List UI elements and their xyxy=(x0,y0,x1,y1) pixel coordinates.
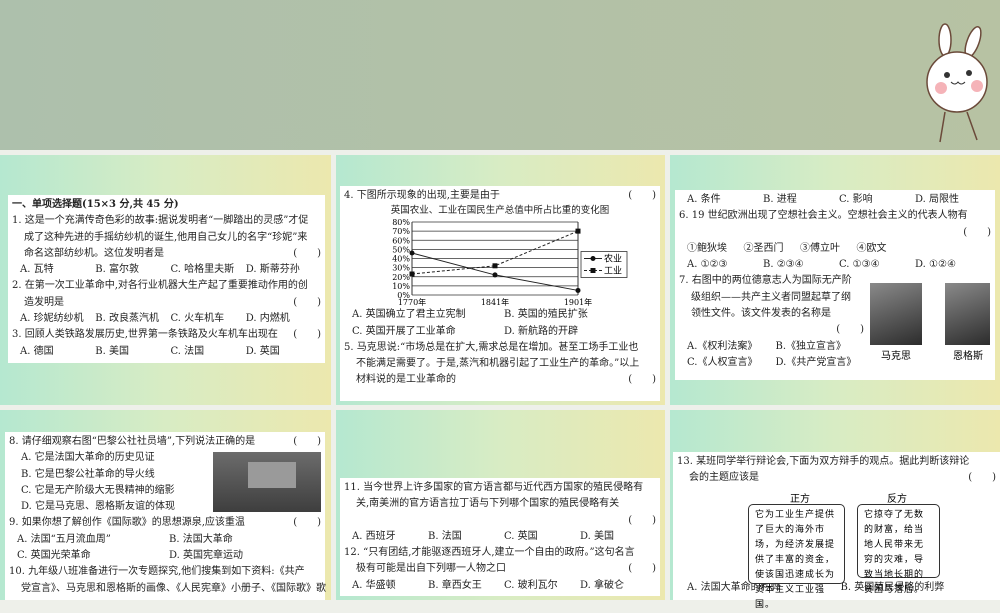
question-12-text: 极有可能是出自下列哪一人物之口( ) xyxy=(356,563,656,575)
section-title: 一、单项选择题(15×3 分,共 45 分) xyxy=(12,199,179,210)
question-5-options: A. 条件 B. 进程 C. 影响 D. 局限性 xyxy=(687,194,960,205)
question-2: 2. 在第一次工业革命中,对各行业机器大生产起了重要推动作用的创 xyxy=(12,280,308,292)
question-11: 11. 当今世界上许多国家的官方语言都与近代西方国家的殖民侵略有 xyxy=(344,482,644,493)
marx-portrait xyxy=(870,283,922,345)
question-7-options: C.《人权宣言》 D.《共产党宣言》 xyxy=(687,356,857,368)
con-side-label: 反方 xyxy=(887,494,907,505)
answer-paren: ( ) xyxy=(836,324,864,336)
y-tick-label: 30% xyxy=(392,264,410,273)
question-9: 9. 如果你想了解创作《国际歌》的思想源泉,应该重温( ) xyxy=(9,517,321,529)
x-tick-label: 1770年 xyxy=(398,297,426,307)
y-tick-label: 20% xyxy=(392,273,410,282)
question-11-text: 关,南美洲的官方语言拉丁语与下列哪个国家的殖民侵略有关 xyxy=(356,498,620,510)
engels-portrait xyxy=(945,283,990,345)
header-band xyxy=(0,0,1000,150)
answer-paren: ( ) xyxy=(963,226,991,238)
question-4-options: A. 英国确立了君主立宪制 B. 英国的殖民扩张 xyxy=(352,309,588,321)
question-12-options: A. 华盛顿 B. 章西女王 C. 玻利瓦尔 D. 拿破仑 xyxy=(352,579,625,591)
y-tick-label: 10% xyxy=(392,282,410,291)
question-3: 3. 回顾人类铁路发展历史,世界第一条铁路及火车机车出现在( ) xyxy=(12,329,321,341)
question-6-items: ①鲍狄埃 ②圣西门 ③傅立叶 ④欧文 xyxy=(687,242,887,254)
question-1-options: A. 瓦特 B. 富尔敦 C. 哈格里夫斯 D. 斯蒂芬孙 xyxy=(20,264,300,276)
question-2-options: A. 珍妮纺纱机 B. 改良蒸汽机 C. 火车机车 D. 内燃机 xyxy=(20,313,290,325)
question-2-text: 造发明是( ) xyxy=(24,296,321,308)
pro-viewpoint-box: 它为工业生产提供了巨大的海外市场，为经济发展提供了丰富的资金，使该国迅速成长为资… xyxy=(748,504,845,610)
line-chart: 0%10%20%30%40%50%60%70%80%1770年 1841年 1901… xyxy=(392,218,628,307)
legend-marker xyxy=(590,256,596,262)
x-tick-label: 1901年 xyxy=(564,297,592,307)
question-6-options: A. ①②③ B. ②③④ C. ①③④ D. ①②④ xyxy=(687,259,956,271)
y-tick-label: 40% xyxy=(392,255,410,264)
data-point xyxy=(575,288,581,294)
question-10: 10. 九年级八班准备进行一次专题探究,他们搜集到如下资料:《共产 xyxy=(9,566,305,578)
question-1-text: 成了这种先进的手摇纺纱机的诞生,他用自己女儿的名字“珍妮”来 xyxy=(24,231,308,243)
question-13: 13. 某班同学举行辩论会,下面为双方辩手的观点。据此判断该辩论 xyxy=(677,456,970,467)
question-9-options: A. 法国“五月流血周” B. 法国大革命 xyxy=(17,533,233,545)
question-4: 4. 下图所示现象的出现,主要是由于( ) xyxy=(344,190,656,201)
question-9-options: C. 英国光荣革命 D. 英国宪章运动 xyxy=(17,550,244,562)
pro-side-label: 正方 xyxy=(790,494,810,505)
engels-caption: 恩格斯 xyxy=(953,351,983,362)
con-viewpoint-box: 它掠夺了无数的财富，给当地人民带来无穷的灾难，导致当地长期的贫困与落后。 xyxy=(857,504,940,595)
marx-caption: 马克思 xyxy=(881,351,911,362)
data-point xyxy=(409,250,415,256)
question-10-text: 党宣言》、马克思和恩格斯的画像、《人民宪章》小册子、《国际歌》歌 xyxy=(21,582,326,594)
y-tick-label: 50% xyxy=(392,246,410,255)
question-13-text: 会的主题应该是( ) xyxy=(689,472,996,484)
question-7-options: A.《权利法案》 B.《独立宣言》 xyxy=(687,340,847,352)
question-11-options: A. 西班牙 B. 法国 C. 英国 D. 美国 xyxy=(352,530,615,542)
question-7-text: 领性文件。该文件发表的名称是 xyxy=(691,308,831,320)
data-point xyxy=(575,228,581,234)
y-tick-label: 80% xyxy=(392,218,410,227)
question-5-text: 不能满足需要了。于是,蒸汽和机器引起了工业生产的革命。”以上 xyxy=(356,358,640,370)
question-7: 7. 右图中的两位德意志人为国际无产阶 xyxy=(679,275,852,287)
legend-label: 工业 xyxy=(604,266,622,277)
answer-paren: ( ) xyxy=(628,514,656,526)
question-12: 12. “只有团结,才能驱逐西班牙人,建立一个自由的政府。”这句名言 xyxy=(344,547,635,559)
chart-title: 英国农业、工业在国民生产总值中所占比重的变化图 xyxy=(390,205,610,217)
question-box-2: 4. 下图所示现象的出现,主要是由于( ) 英国农业、工业在国民生产总值中所占比… xyxy=(340,186,660,401)
question-box-1: 一、单项选择题(15×3 分,共 45 分) 1. 这是一个充满传奇色彩的故事:… xyxy=(8,195,325,363)
y-tick-label: 70% xyxy=(392,227,410,236)
question-8: 8. 请仔细观察右图“巴黎公社社员墙”,下列说法正确的是( ) xyxy=(9,436,321,447)
question-box-5: 11. 当今世界上许多国家的官方语言都与近代西方国家的殖民侵略有 关,南美洲的官… xyxy=(340,478,660,597)
question-1-text: 命名这部纺纱机。这位发明者是( ) xyxy=(24,247,321,259)
y-tick-label: 60% xyxy=(392,237,410,246)
question-7-text: 级组织——共产主义者同盟起草了纲 xyxy=(691,291,851,303)
bunny-sticker-icon xyxy=(926,23,988,143)
legend-marker xyxy=(590,268,596,274)
data-point xyxy=(492,272,498,278)
data-point xyxy=(409,271,415,277)
data-point xyxy=(492,263,498,269)
question-4-options: C. 英国开展了工业革命 D. 新航路的开辟 xyxy=(352,325,579,337)
question-1: 1. 这是一个充满传奇色彩的故事:据说发明者“一脚踏出的灵感”才促 xyxy=(12,215,309,227)
legend-label: 农业 xyxy=(604,253,622,265)
question-5: 5. 马克思说:“市场总是在扩大,需求总是在增加。甚至工场手工业也 xyxy=(344,341,639,353)
question-5-text: 材料说的是工业革命的( ) xyxy=(356,374,656,386)
question-3-options: A. 德国 B. 美国 C. 法国 D. 英国 xyxy=(20,345,280,357)
x-tick-label: 1841年 xyxy=(481,297,509,307)
question-6: 6. 19 世纪欧洲出现了空想社会主义。空想社会主义的代表人物有 xyxy=(679,210,968,222)
paris-commune-wall-photo xyxy=(213,452,321,512)
